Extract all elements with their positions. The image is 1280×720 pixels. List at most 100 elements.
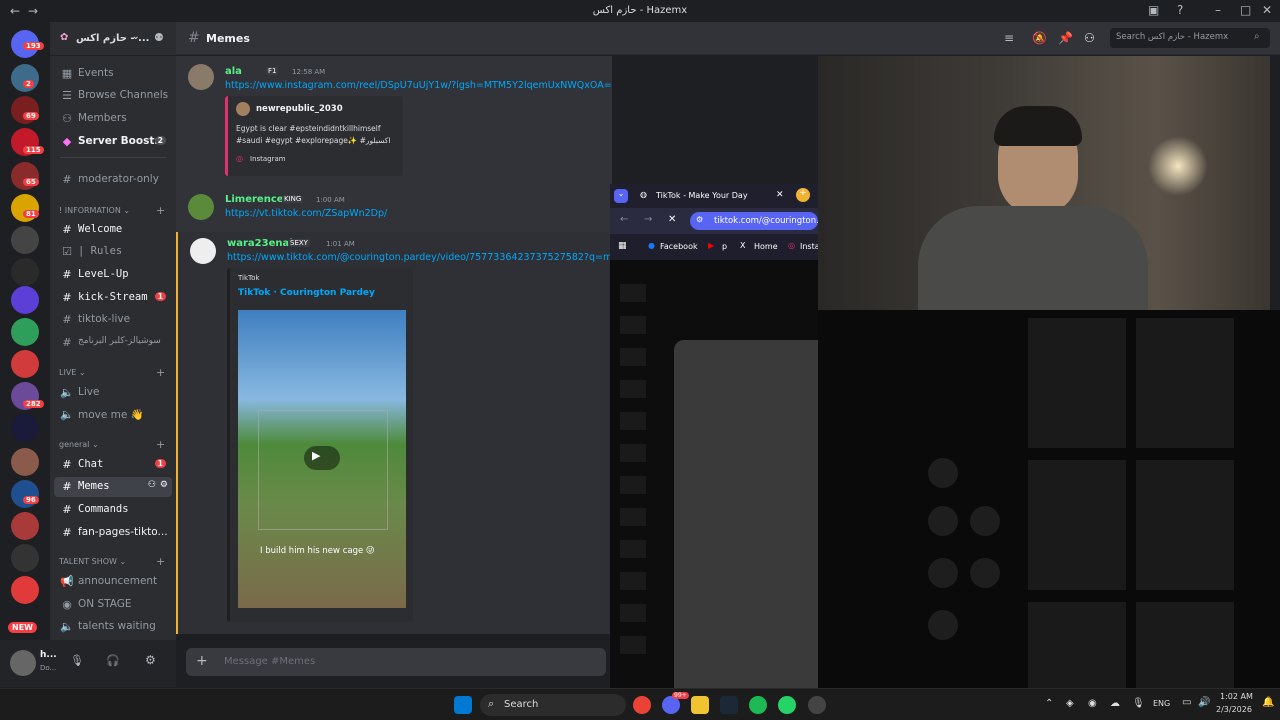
attach-plus-icon[interactable]: + (196, 653, 208, 669)
close-tab-icon[interactable]: ✕ (776, 190, 784, 200)
avatar[interactable] (190, 238, 216, 264)
sidebar-item-server-boosts[interactable]: ◆ Server Boosts 2 (54, 132, 172, 152)
tray-mic-icon[interactable]: 🎙 (1132, 698, 1145, 709)
channel-socials[interactable]: # سوشيالز-كلبر البرنامج (54, 333, 172, 353)
author-name[interactable]: Limerence (225, 194, 284, 205)
tray-expand-icon[interactable]: ⌃ (1045, 698, 1053, 709)
forward-arrow-icon[interactable]: → (644, 214, 652, 225)
channel-moderator-only[interactable]: # moderator-only (54, 170, 172, 190)
server-header[interactable]: ✿ حازم اكس - ... ⌄ ⚉ (50, 22, 176, 56)
channel-move-me[interactable]: 🔈 move me 👋 (54, 405, 172, 425)
new-tab-icon[interactable]: + (796, 188, 810, 202)
bookmark-insta[interactable]: Insta (800, 242, 820, 251)
volume-icon[interactable]: 🔊 (1198, 697, 1210, 708)
channel-memes[interactable]: # Memes ⚇ ⚙ (54, 477, 172, 497)
category-talent-show[interactable]: TALENT SHOW ⌄ (59, 557, 126, 566)
file-explorer-icon[interactable] (691, 696, 709, 714)
close-window-icon[interactable]: ✕ (1262, 3, 1272, 17)
add-channel-icon[interactable]: + (156, 438, 165, 451)
server-icon[interactable] (11, 414, 39, 442)
server-icon[interactable] (11, 350, 39, 378)
play-button[interactable]: ▶ (304, 446, 340, 470)
app-icon[interactable] (808, 696, 826, 714)
mute-bell-icon[interactable]: 🔕 (1032, 31, 1047, 45)
server-icon[interactable] (11, 286, 39, 314)
server-icon[interactable] (11, 544, 39, 572)
add-channel-icon[interactable]: + (156, 555, 165, 568)
channel-announcement[interactable]: 📢 announcement (54, 572, 172, 592)
channel-kick-stream[interactable]: # kick-Stream 1 (54, 288, 172, 308)
add-channel-icon[interactable]: + (156, 366, 165, 379)
author-name[interactable]: ala (225, 66, 242, 77)
site-info-icon[interactable]: ⚙ (696, 215, 703, 224)
tray-app-icon[interactable]: ☁ (1110, 698, 1120, 709)
help-icon[interactable]: ? (1177, 3, 1183, 17)
server-icon[interactable] (11, 512, 39, 540)
sidebar-item-members[interactable]: ⚇ Members (54, 109, 172, 129)
tray-app-icon[interactable]: ◈ (1066, 698, 1074, 709)
minimize-icon[interactable]: – (1215, 3, 1221, 17)
avatar[interactable] (10, 650, 36, 676)
message-link[interactable]: https://www.instagram.com/reel/DSpU7uUjY… (225, 80, 612, 91)
channel-live[interactable]: 🔈 Live (54, 383, 172, 403)
taskbar-search[interactable]: ⌕ Search (480, 694, 626, 716)
bookmark-facebook[interactable]: Facebook (660, 242, 698, 251)
inbox-icon[interactable]: ▣ (1148, 3, 1159, 17)
channel-talents-waiting[interactable]: 🔈 talents waiting (54, 617, 172, 637)
bookmark-home[interactable]: Home (754, 242, 778, 251)
category-live[interactable]: LIVE ⌄ (59, 368, 86, 377)
embed-title[interactable]: TikTok · Courington Pardey (238, 288, 375, 298)
spotify-icon[interactable] (749, 696, 767, 714)
category-information[interactable]: ! Information ⌄ (59, 206, 130, 215)
server-icon[interactable] (11, 226, 39, 254)
channel-welcome[interactable]: # Welcome (54, 220, 172, 240)
notification-icon[interactable]: 🔔 (1262, 697, 1274, 708)
channel-fan-pages[interactable]: # fan-pages-tikto... (54, 523, 172, 543)
network-icon[interactable]: ▭ (1182, 697, 1191, 708)
channel-on-stage[interactable]: ◉ ON STAGE (54, 595, 172, 615)
add-channel-icon[interactable]: + (156, 204, 165, 217)
sidebar-item-events[interactable]: ▦ Events (54, 64, 172, 84)
server-icon[interactable] (11, 576, 39, 604)
tab-list-icon[interactable]: ⌄ (614, 189, 628, 203)
bookmark-p[interactable]: p (722, 242, 727, 251)
server-icon[interactable] (11, 448, 39, 476)
clock-time[interactable]: 1:02 AM (1220, 692, 1253, 701)
avatar[interactable] (188, 194, 214, 220)
message-link[interactable]: https://www.tiktok.com/@courington.parde… (227, 252, 612, 263)
threads-icon[interactable]: ≡ (1004, 31, 1014, 45)
pin-icon[interactable]: 📌 (1058, 31, 1073, 45)
category-general[interactable]: general ⌄ (59, 440, 99, 449)
back-arrow-icon[interactable]: ← (620, 214, 628, 225)
channel-tiktok-live[interactable]: # tiktok-live (54, 310, 172, 330)
channel-chat[interactable]: # Chat 1 (54, 455, 172, 475)
steam-icon[interactable] (720, 696, 738, 714)
maximize-icon[interactable]: □ (1240, 3, 1251, 17)
channel-commands[interactable]: # Commands (54, 500, 172, 520)
invite-icon[interactable]: ⚇ (148, 480, 156, 490)
user-settings-icon[interactable]: ⚙ (145, 653, 156, 667)
author-name[interactable]: wara23enab (227, 238, 296, 249)
language-indicator[interactable]: ENG (1153, 699, 1170, 708)
channel-level-up[interactable]: # LeveL-Up (54, 265, 172, 285)
embed-author[interactable]: newrepublic_2030 (256, 104, 343, 114)
whatsapp-icon[interactable] (778, 696, 796, 714)
apps-icon[interactable]: ▦ (618, 241, 627, 251)
search-input[interactable]: Search حازم اكس - Hazemx ⌕ (1110, 28, 1270, 48)
add-friend-icon[interactable]: ⚉ (154, 31, 164, 44)
channel-rules[interactable]: ☑ | Rules (54, 242, 172, 262)
start-icon[interactable] (454, 696, 472, 714)
member-list-icon[interactable]: ⚇ (1084, 31, 1095, 45)
settings-icon[interactable]: ⚙ (160, 480, 168, 490)
server-icon[interactable] (11, 258, 39, 286)
avatar[interactable] (188, 64, 214, 90)
tab-title[interactable]: TikTok - Make Your Day (656, 191, 748, 200)
chrome-icon[interactable] (633, 696, 651, 714)
sidebar-item-browse-channels[interactable]: ☰ Browse Channels (54, 86, 172, 106)
tray-app-icon[interactable]: ◉ (1088, 698, 1097, 709)
clock-date[interactable]: 2/3/2026 (1216, 705, 1252, 714)
address-bar[interactable]: ⚙ tiktok.com/@courington... (690, 212, 824, 230)
stop-loading-icon[interactable]: ✕ (668, 214, 676, 225)
video-thumbnail[interactable]: ▶ I build him his new cage 😜 (238, 310, 406, 608)
server-icon[interactable] (11, 318, 39, 346)
